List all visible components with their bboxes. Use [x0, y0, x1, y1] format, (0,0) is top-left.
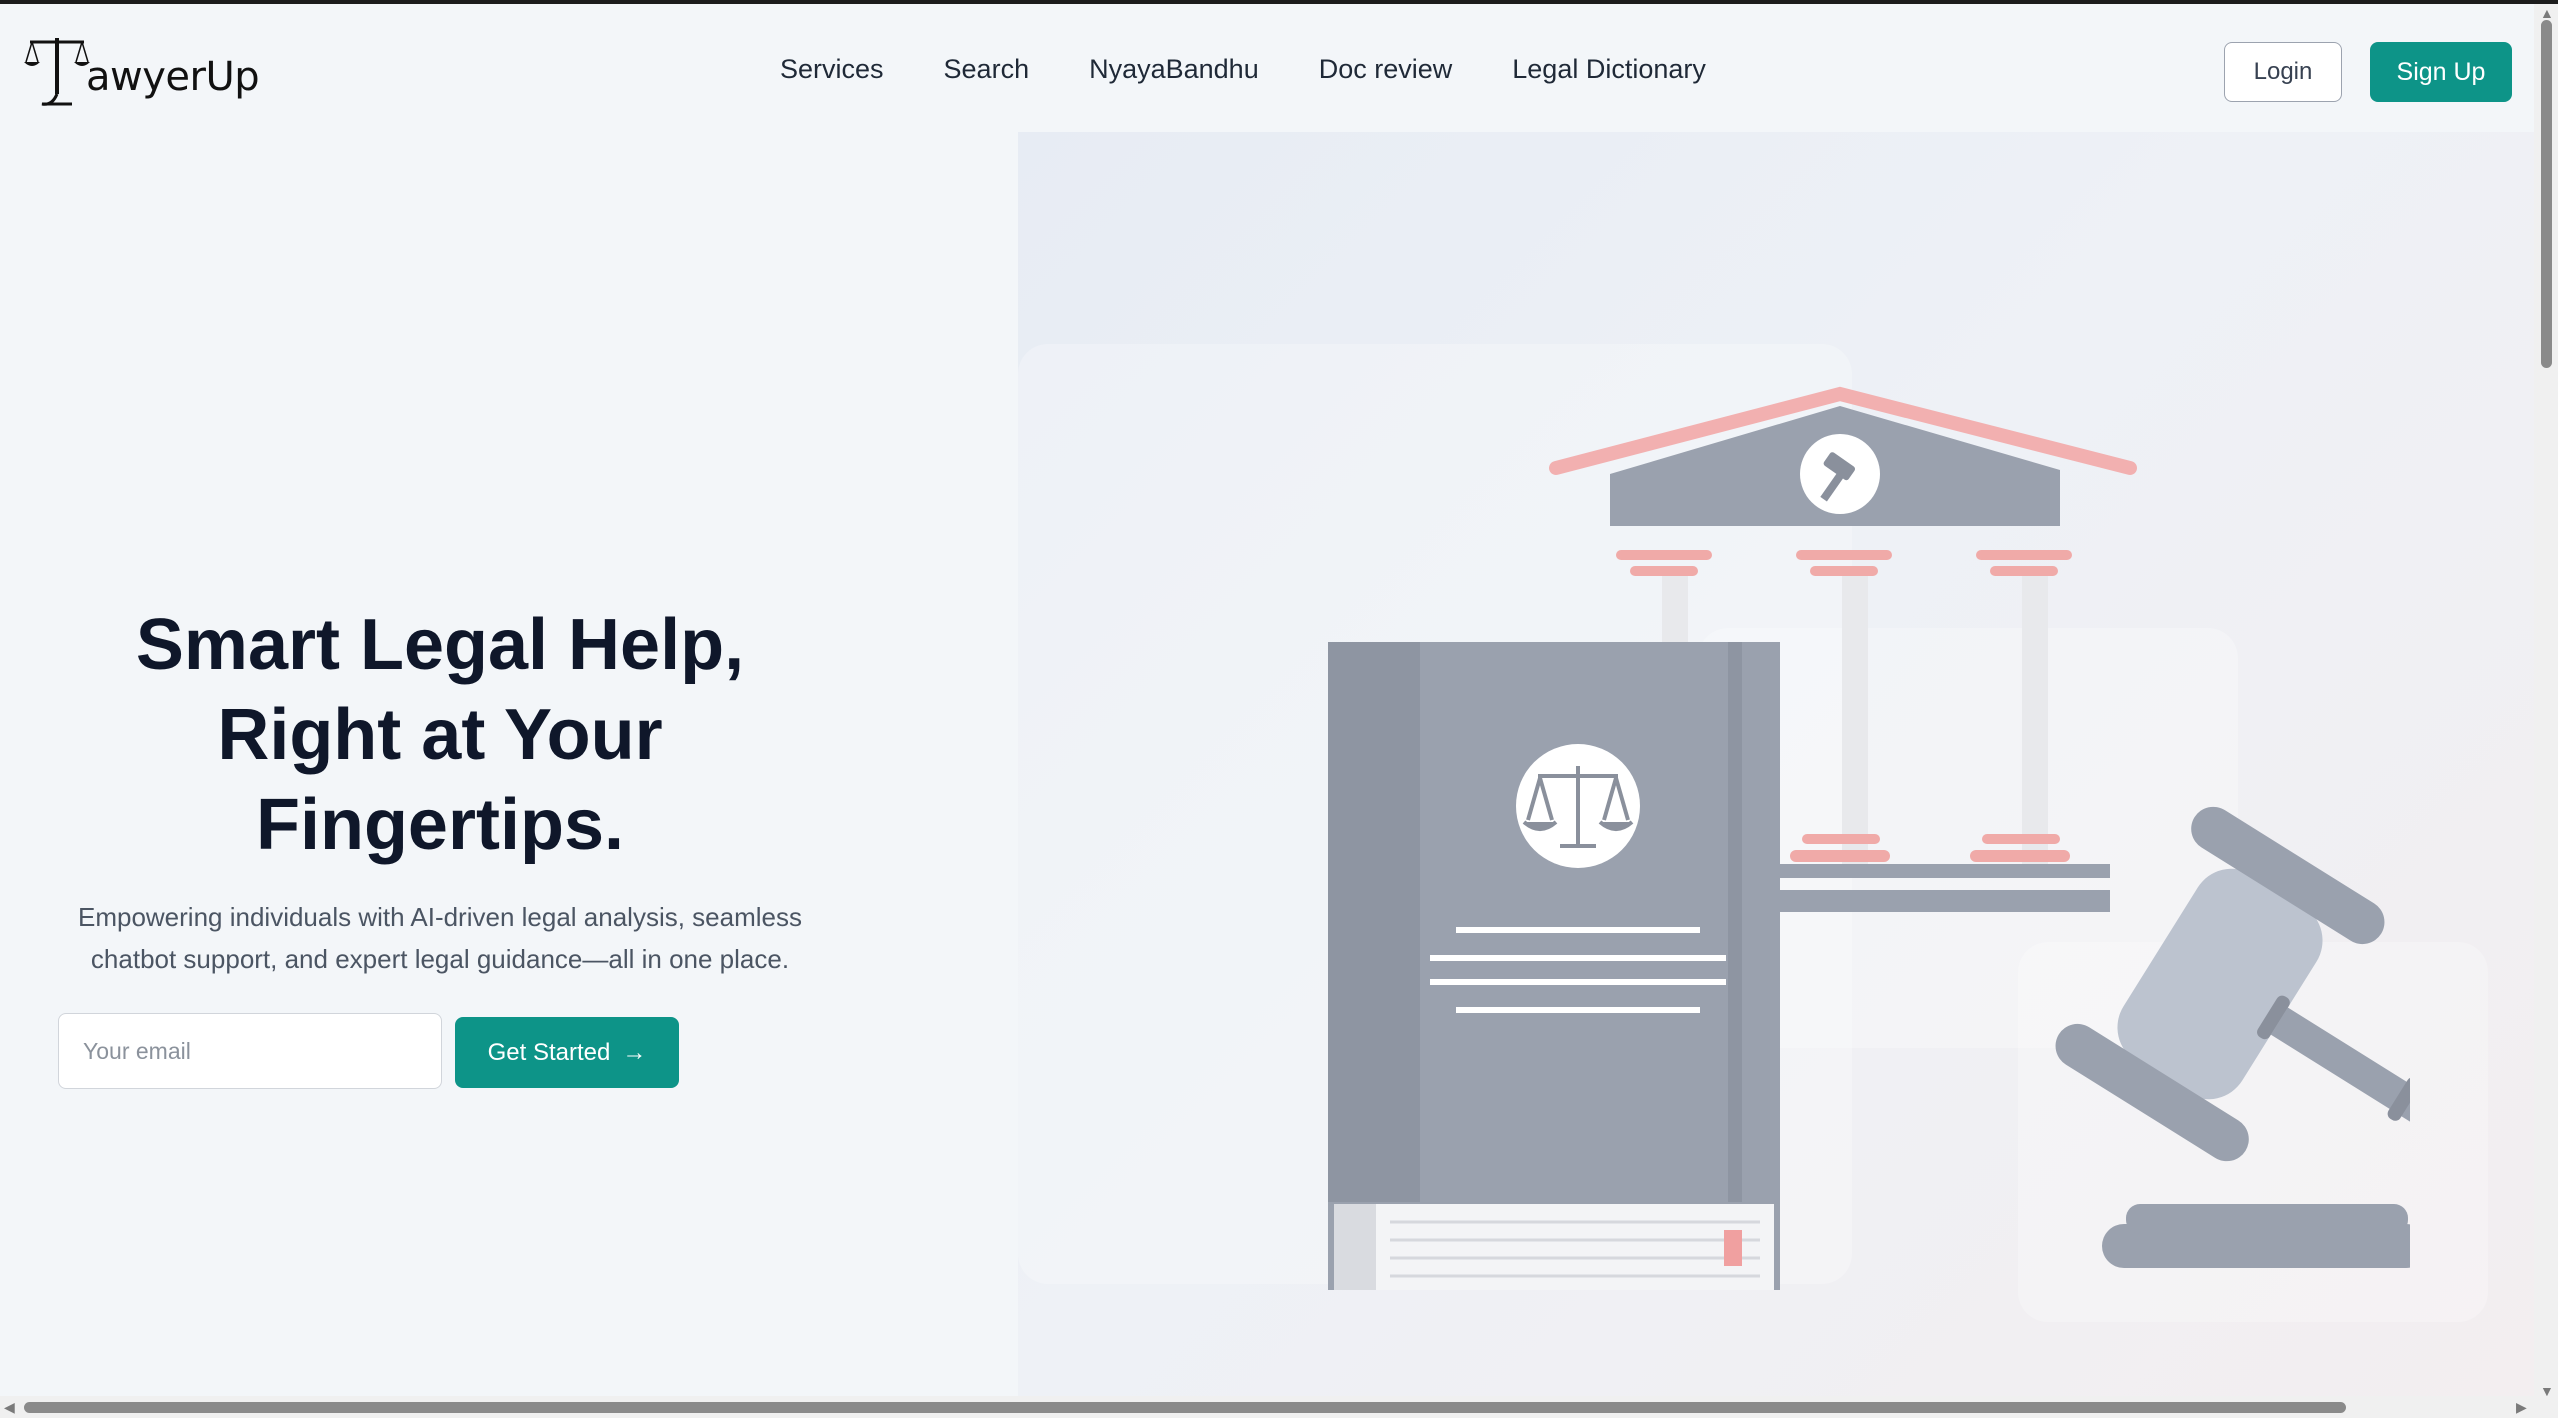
hero-subtitle-line-2: chatbot support, and expert legal guidan… — [90, 944, 790, 974]
arrow-right-icon: → — [622, 1038, 647, 1066]
site-header: awyerUp Services Search NyayaBandhu Doc … — [0, 14, 2534, 134]
hero-title: Smart Legal Help, Right at Your Fingerti… — [60, 600, 820, 870]
brand-name: awyerUp — [86, 54, 260, 100]
login-button[interactable]: Login — [2224, 42, 2342, 102]
hero-subtitle-line-1: Empowering individuals with AI-driven le… — [77, 902, 802, 932]
vertical-scroll-thumb[interactable] — [2541, 20, 2552, 368]
brand-logo[interactable]: awyerUp — [22, 32, 260, 112]
hero-subtitle: Empowering individuals with AI-driven le… — [40, 896, 840, 980]
law-book — [1328, 642, 1780, 1290]
nav-legal-dictionary[interactable]: Legal Dictionary — [1512, 54, 1706, 85]
nav-search[interactable]: Search — [944, 54, 1030, 85]
get-started-button[interactable]: Get Started → — [455, 1017, 679, 1088]
hero-title-line-2: Right at Your — [217, 695, 663, 775]
hero-title-line-1: Smart Legal Help, — [135, 605, 745, 685]
scroll-right-arrow-icon[interactable]: ▶ — [2516, 1400, 2527, 1414]
get-started-label: Get Started — [487, 1038, 611, 1066]
email-input[interactable] — [58, 1013, 442, 1089]
page-viewport: awyerUp Services Search NyayaBandhu Doc … — [0, 4, 2534, 1396]
signup-button[interactable]: Sign Up — [2370, 42, 2512, 102]
horizontal-scroll-thumb[interactable] — [24, 1402, 2346, 1413]
nav-services[interactable]: Services — [780, 54, 884, 85]
nav-doc-review[interactable]: Doc review — [1319, 54, 1453, 85]
courthouse-book-gavel-illustration — [1328, 386, 2410, 1290]
scroll-up-arrow-icon[interactable]: ▲ — [2540, 6, 2554, 20]
main-nav: Services Search NyayaBandhu Doc review L… — [780, 54, 1706, 85]
scroll-left-arrow-icon[interactable]: ◀ — [4, 1400, 15, 1414]
scales-logo-icon — [24, 38, 90, 106]
nav-nyayabandhu[interactable]: NyayaBandhu — [1089, 54, 1259, 85]
vertical-scrollbar[interactable]: ▲ ▼ — [2534, 4, 2558, 1398]
horizontal-scrollbar[interactable]: ◀ ▶ — [0, 1396, 2558, 1418]
hero-title-line-3: Fingertips. — [255, 785, 624, 865]
